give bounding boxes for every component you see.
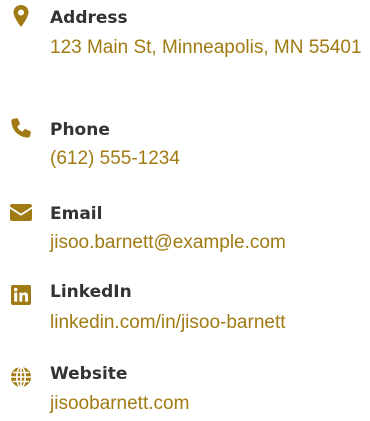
contact-label-address: Address	[50, 8, 128, 28]
map-pin-icon	[9, 4, 33, 28]
website-link[interactable]: jisoobarnett.com	[50, 389, 366, 419]
contact-label-website: Website	[50, 364, 128, 384]
envelope-icon	[9, 200, 33, 224]
phone-icon	[9, 116, 33, 140]
linkedin-link[interactable]: linkedin.com/in/jisoo-barnett	[50, 308, 366, 338]
linkedin-icon	[9, 283, 33, 307]
phone-value[interactable]: (612) 555-1234	[50, 144, 366, 174]
address-value: 123 Main St, Minneapolis, MN 55401	[50, 37, 362, 58]
contact-label-linkedin: LinkedIn	[50, 282, 132, 302]
contact-label-email: Email	[50, 204, 103, 224]
globe-icon	[9, 365, 33, 389]
contact-label-phone: Phone	[50, 120, 110, 140]
email-link[interactable]: jisoo.barnett@example.com	[50, 228, 366, 258]
